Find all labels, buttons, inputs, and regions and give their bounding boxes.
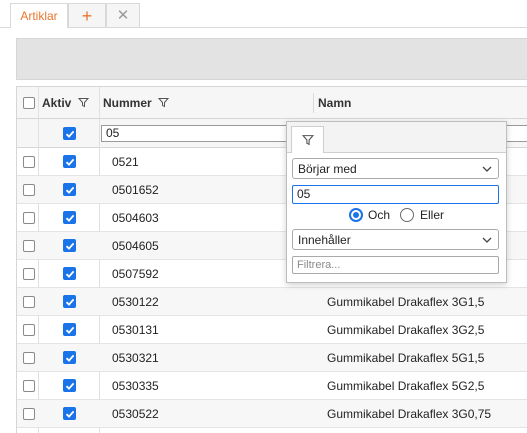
table-row[interactable]: 0530122 Gummikabel Drakaflex 3G1,5 bbox=[17, 288, 527, 316]
chevron-down-icon bbox=[482, 237, 492, 243]
condition2-value: Innehåller bbox=[298, 232, 351, 247]
column-header-nummer-label: Nummer bbox=[103, 95, 152, 110]
select-all-checkbox[interactable] bbox=[23, 97, 35, 109]
cell-nummer: 0530122 bbox=[112, 295, 159, 309]
aktiv-checkbox[interactable] bbox=[63, 407, 76, 420]
aktiv-checkbox[interactable] bbox=[63, 323, 76, 336]
namn-filter-input[interactable] bbox=[505, 125, 527, 142]
filter-icon bbox=[301, 135, 314, 146]
condition1-select[interactable]: Börjar med bbox=[292, 158, 499, 179]
filter-icon[interactable] bbox=[78, 97, 90, 108]
add-tab-button[interactable]: + bbox=[68, 3, 106, 27]
table-row[interactable]: 0530131 Gummikabel Drakaflex 3G2,5 bbox=[17, 316, 527, 344]
column-header-nummer[interactable]: Nummer bbox=[103, 87, 303, 118]
table-row[interactable]: 0530522 Gummikabel Drakaflex 3G0,75 bbox=[17, 400, 527, 428]
row-select-checkbox[interactable] bbox=[23, 324, 35, 336]
tab-artiklar[interactable]: Artiklar bbox=[10, 3, 68, 28]
filter-icon[interactable] bbox=[157, 97, 169, 108]
aktiv-checkbox[interactable] bbox=[63, 379, 76, 392]
row-select-checkbox[interactable] bbox=[23, 408, 35, 420]
row-select-checkbox[interactable] bbox=[23, 156, 35, 168]
row-select-checkbox[interactable] bbox=[23, 380, 35, 392]
tab-artiklar-label: Artiklar bbox=[20, 9, 58, 23]
condition2-select[interactable]: Innehåller bbox=[292, 229, 499, 250]
cell-nummer: 0530321 bbox=[112, 351, 159, 365]
aktiv-filter-checkbox[interactable] bbox=[63, 127, 76, 140]
logic-or-radio[interactable] bbox=[400, 208, 414, 222]
toolbar bbox=[16, 38, 527, 80]
logic-and-label: Och bbox=[368, 208, 391, 222]
cell-namn: Gummikabel Drakaflex 3G2,5 bbox=[327, 323, 485, 337]
cell-nummer: 0507592 bbox=[112, 267, 159, 281]
cell-nummer: 0501652 bbox=[112, 183, 159, 197]
aktiv-checkbox[interactable] bbox=[63, 351, 76, 364]
table-row[interactable]: 0530321 Gummikabel Drakaflex 5G1,5 bbox=[17, 344, 527, 372]
cell-nummer: 0530335 bbox=[112, 379, 159, 393]
cell-namn: Gummikabel Drakaflex 3G1,5 bbox=[327, 295, 485, 309]
aktiv-checkbox[interactable] bbox=[63, 295, 76, 308]
filter-popup: Börjar med 05 Och Eller Innehåller Filtr… bbox=[286, 121, 507, 283]
aktiv-checkbox[interactable] bbox=[63, 155, 76, 168]
aktiv-checkbox[interactable] bbox=[63, 267, 76, 280]
logic-and-radio[interactable] bbox=[349, 208, 363, 222]
close-icon: ✕ bbox=[116, 7, 130, 24]
nummer-filter-input[interactable]: 05 bbox=[101, 125, 291, 142]
cell-nummer: 0530131 bbox=[112, 323, 159, 337]
column-header-aktiv[interactable]: Aktiv bbox=[42, 87, 100, 118]
filter-tab[interactable] bbox=[291, 126, 324, 153]
tab-bar: Artiklar + ✕ bbox=[0, 0, 527, 28]
row-select-checkbox[interactable] bbox=[23, 184, 35, 196]
row-select-checkbox[interactable] bbox=[23, 352, 35, 364]
chevron-down-icon bbox=[482, 166, 492, 172]
column-header-aktiv-label: Aktiv bbox=[42, 95, 72, 110]
aktiv-checkbox[interactable] bbox=[63, 211, 76, 224]
condition1-value: Börjar med bbox=[298, 161, 357, 176]
logic-or-label: Eller bbox=[420, 208, 445, 222]
cell-nummer: 0530522 bbox=[112, 407, 159, 421]
close-tab-button[interactable]: ✕ bbox=[106, 3, 140, 27]
filter-value2-input[interactable]: Filtrera... bbox=[292, 256, 499, 274]
plus-icon: + bbox=[81, 5, 93, 26]
aktiv-checkbox[interactable] bbox=[63, 183, 76, 196]
row-select-checkbox[interactable] bbox=[23, 212, 35, 224]
cell-nummer: 0504605 bbox=[112, 239, 159, 253]
table-row[interactable]: 0530335 Gummikabel Drakaflex 5G2,5 bbox=[17, 372, 527, 400]
row-select-checkbox[interactable] bbox=[23, 296, 35, 308]
row-select-checkbox[interactable] bbox=[23, 268, 35, 280]
cell-namn: Gummikabel Drakaflex 3G0,75 bbox=[327, 407, 492, 421]
tab-bar-divider bbox=[0, 27, 527, 28]
row-select-checkbox[interactable] bbox=[23, 240, 35, 252]
filter-value1-input[interactable]: 05 bbox=[292, 185, 499, 204]
column-header-namn[interactable]: Namn bbox=[318, 87, 518, 118]
column-header-namn-label: Namn bbox=[318, 95, 352, 110]
grid-header: Aktiv Nummer Namn bbox=[17, 87, 527, 119]
filter-popup-tabs bbox=[287, 122, 506, 153]
cell-namn: Gummikabel Drakaflex 5G2,5 bbox=[327, 379, 485, 393]
aktiv-checkbox[interactable] bbox=[63, 239, 76, 252]
cell-namn: Gummikabel Drakaflex 5G1,5 bbox=[327, 351, 485, 365]
column-separator bbox=[313, 93, 314, 113]
cell-nummer: 0521 bbox=[112, 155, 139, 169]
cell-nummer: 0504603 bbox=[112, 211, 159, 225]
